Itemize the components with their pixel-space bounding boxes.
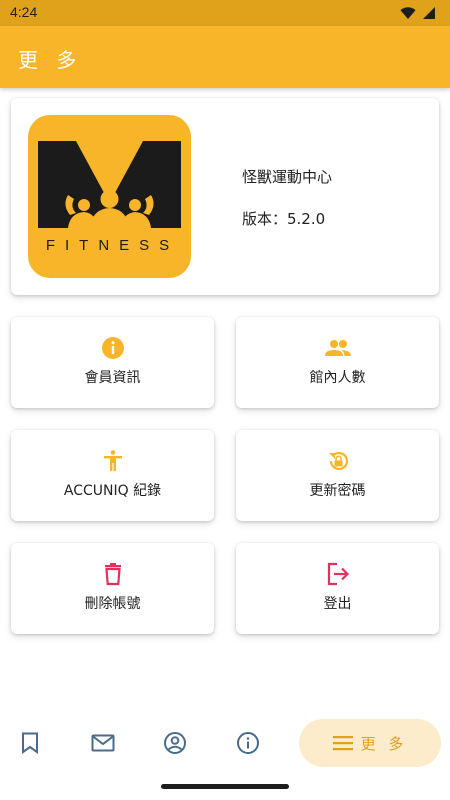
gym-profile-card: FITNESS 怪獸運動中心 版本：5.2.0 — [11, 98, 439, 295]
people-icon — [236, 336, 439, 360]
nav-account-button[interactable] — [158, 726, 192, 760]
accuniq-records-label: ACCUNIQ 紀錄 — [63, 483, 162, 499]
info-outline-icon — [237, 732, 259, 754]
wifi-icon — [400, 5, 416, 24]
member-info-label: 會員資訊 — [84, 370, 141, 386]
nav-more-label: 更 多 — [360, 734, 408, 753]
nav-info-button[interactable] — [231, 726, 265, 760]
occupancy-label: 館內人數 — [309, 370, 366, 386]
home-gesture-handle[interactable] — [161, 784, 289, 789]
cellular-signal-icon — [422, 5, 436, 24]
info-icon — [11, 336, 214, 360]
app-bar: 更 多 — [0, 26, 450, 88]
nav-bookmark-button[interactable] — [13, 726, 47, 760]
delete-account-button[interactable]: 刪除帳號 — [11, 543, 214, 634]
menu-icon — [332, 736, 353, 751]
trash-icon — [11, 562, 214, 586]
nav-mail-button[interactable] — [86, 726, 120, 760]
gym-name: 怪獸運動中心 — [242, 168, 333, 186]
status-bar: 4:24 — [0, 0, 450, 26]
logout-icon — [236, 562, 439, 586]
status-time: 4:24 — [10, 4, 38, 20]
logout-button[interactable]: 登出 — [236, 543, 439, 634]
update-password-label: 更新密碼 — [309, 483, 366, 499]
app-version: 版本：5.2.0 — [242, 210, 326, 228]
nav-more-button[interactable]: 更 多 — [299, 719, 441, 767]
lock-reset-icon — [236, 449, 439, 473]
account-circle-icon — [164, 732, 186, 754]
delete-account-label: 刪除帳號 — [84, 596, 141, 612]
update-password-button[interactable]: 更新密碼 — [236, 430, 439, 521]
member-info-button[interactable]: 會員資訊 — [11, 317, 214, 408]
system-navigation-bar — [0, 774, 450, 800]
logout-label: 登出 — [323, 596, 352, 612]
occupancy-button[interactable]: 館內人數 — [236, 317, 439, 408]
page-title: 更 多 — [18, 48, 83, 72]
gym-logo: FITNESS — [28, 115, 191, 278]
bookmark-icon — [22, 732, 38, 754]
accessibility-icon — [11, 449, 214, 473]
status-icons — [400, 5, 436, 24]
bottom-navigation: 更 多 — [0, 712, 450, 774]
accuniq-records-button[interactable]: ACCUNIQ 紀錄 — [11, 430, 214, 521]
mail-icon — [91, 734, 115, 752]
logo-wordmark: FITNESS — [45, 237, 180, 254]
